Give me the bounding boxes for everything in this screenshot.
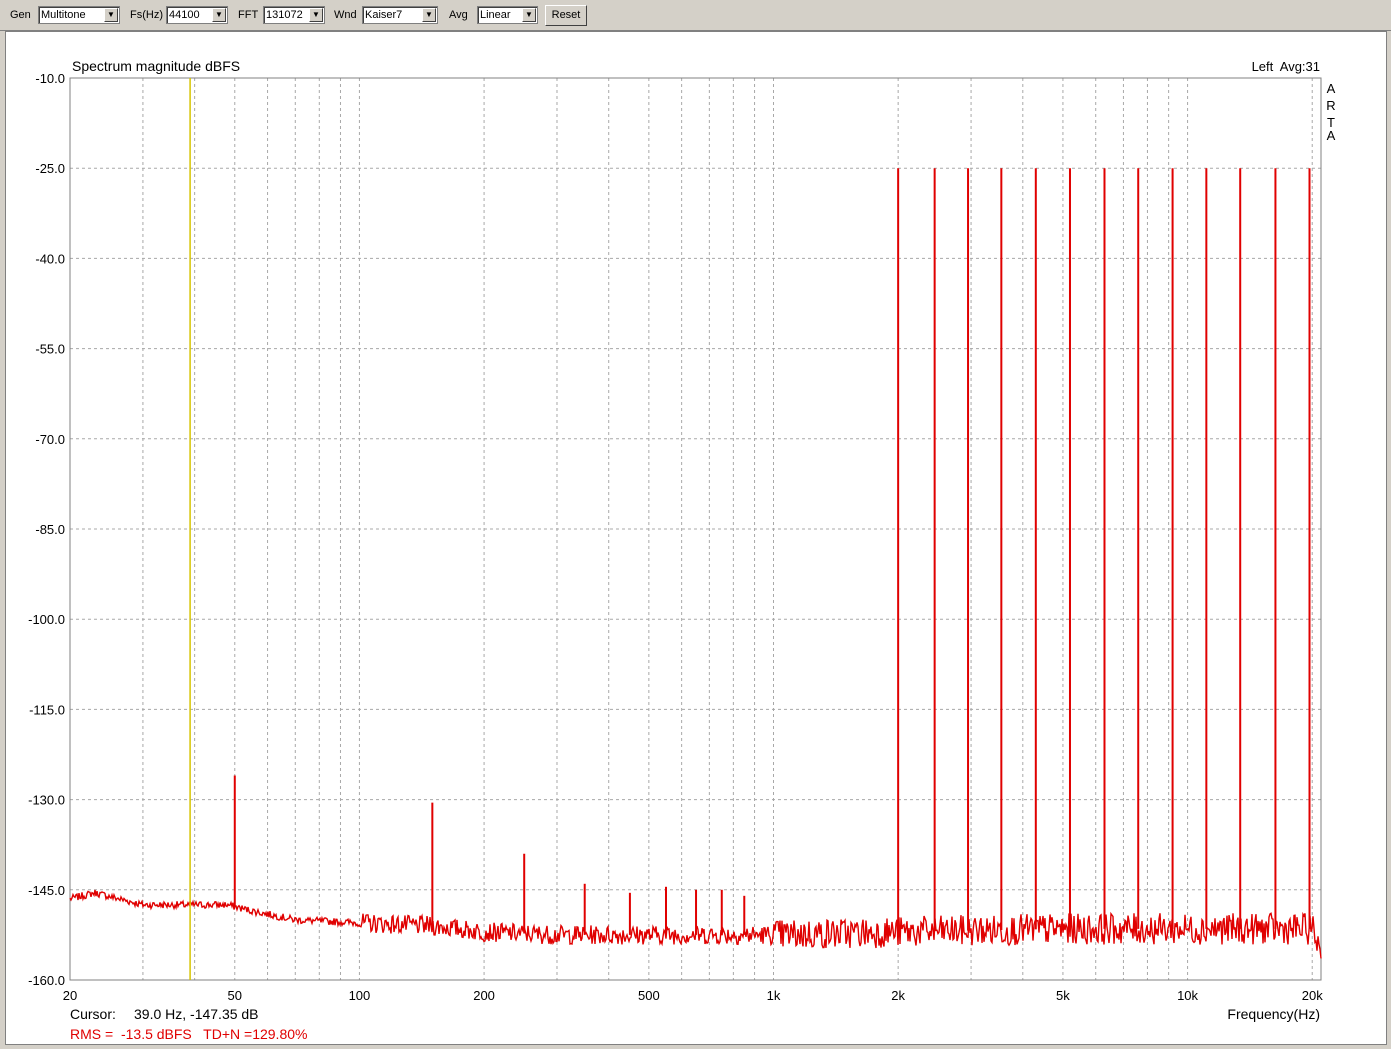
gen-select[interactable]: Multitone ▼: [38, 6, 120, 24]
x-tick-label: 500: [638, 988, 660, 1003]
x-tick-label: 100: [349, 988, 371, 1003]
cursor-readout: 39.0 Hz, -147.35 dB: [134, 1006, 259, 1022]
x-tick-label: 50: [228, 988, 242, 1003]
grid: [70, 78, 1321, 980]
y-tick-label: -85.0: [35, 522, 65, 537]
avg-label: Avg: [449, 9, 468, 21]
brand-letter: A: [1327, 81, 1336, 96]
rms-readout: RMS = -13.5 dBFS TD+N =129.80%: [70, 1026, 307, 1042]
channel-info: Left Avg:31: [1252, 59, 1320, 74]
cursor-label: Cursor:: [70, 1006, 116, 1022]
chevron-down-icon[interactable]: ▼: [104, 8, 118, 22]
series-spectrum: [69, 168, 1322, 959]
y-tick-label: -160.0: [28, 973, 65, 988]
chevron-down-icon[interactable]: ▼: [212, 8, 226, 22]
y-tick-label: -145.0: [28, 883, 65, 898]
x-tick-label: 10k: [1177, 988, 1198, 1003]
wnd-select[interactable]: Kaiser7 ▼: [362, 6, 438, 24]
x-tick-label: 2k: [891, 988, 905, 1003]
chart-title: Spectrum magnitude dBFS: [72, 58, 240, 74]
x-tick-label: 200: [473, 988, 495, 1003]
toolbar: Gen Multitone ▼ Fs(Hz) 44100 ▼ FFT 13107…: [0, 0, 1391, 31]
y-tick-label: -70.0: [35, 432, 65, 447]
y-tick-label: -130.0: [28, 793, 65, 808]
y-tick-label: -115.0: [29, 702, 65, 717]
y-tick-label: -55.0: [35, 342, 65, 357]
brand-letter: A: [1327, 128, 1336, 143]
x-tick-label: 1k: [767, 988, 781, 1003]
gen-value: Multitone: [41, 9, 86, 21]
wnd-label: Wnd: [334, 9, 357, 21]
gen-label: Gen: [10, 9, 31, 21]
x-tick-label: 20: [63, 988, 77, 1003]
chevron-down-icon[interactable]: ▼: [522, 8, 536, 22]
y-tick-label: -40.0: [35, 251, 65, 266]
fft-select[interactable]: 131072 ▼: [263, 6, 325, 24]
chevron-down-icon[interactable]: ▼: [422, 8, 436, 22]
chevron-down-icon[interactable]: ▼: [309, 8, 323, 22]
spectrum-chart[interactable]: -10.0 -25.0 -40.0 -55.0 -70.0 -85.0 -100.0 -115…: [6, 32, 1386, 1044]
chart-panel: -10.0 -25.0 -40.0 -55.0 -70.0 -85.0 -100.0 -115…: [5, 31, 1387, 1045]
y-tick-label: -10.0: [35, 71, 65, 86]
x-tick-label: 20k: [1302, 988, 1323, 1003]
avg-select[interactable]: Linear ▼: [477, 6, 538, 24]
wnd-value: Kaiser7: [365, 9, 403, 21]
x-tick-label: 5k: [1056, 988, 1070, 1003]
fs-select[interactable]: 44100 ▼: [166, 6, 228, 24]
fs-value: 44100: [169, 9, 200, 21]
axes: -10.0 -25.0 -40.0 -55.0 -70.0 -85.0 -100.0 -115…: [28, 71, 1323, 1003]
x-axis-label: Frequency(Hz): [1227, 1006, 1320, 1022]
y-tick-label: -100.0: [28, 612, 65, 627]
brand-letter: R: [1326, 98, 1335, 113]
y-tick-label: -25.0: [35, 161, 65, 176]
fft-label: FFT: [238, 9, 259, 21]
avg-value: Linear: [480, 9, 511, 21]
fs-label: Fs(Hz): [130, 9, 163, 21]
fft-value: 131072: [266, 9, 303, 21]
reset-button[interactable]: Reset: [545, 5, 587, 26]
